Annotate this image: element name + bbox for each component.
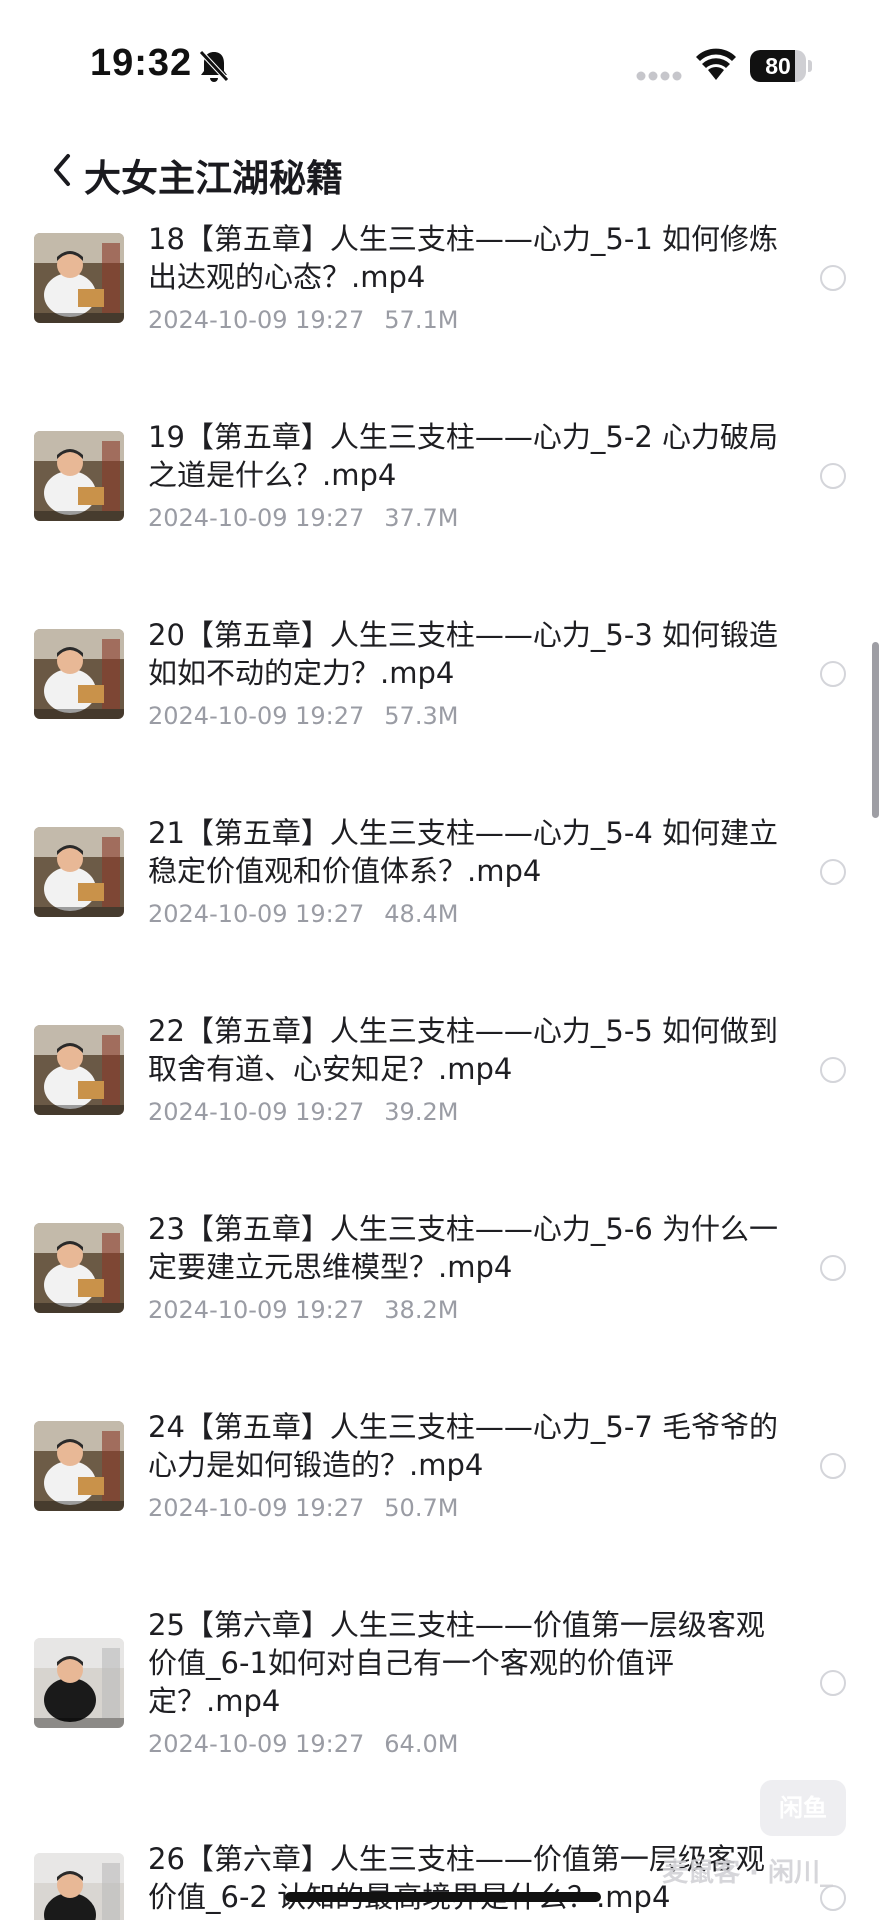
- video-thumbnail: [34, 233, 124, 323]
- file-size: 48.4M: [384, 900, 459, 928]
- video-thumbnail: [34, 827, 124, 917]
- wifi-icon: [696, 48, 736, 80]
- select-radio[interactable]: [820, 463, 846, 489]
- select-radio[interactable]: [820, 1670, 846, 1696]
- file-name: 23【第五章】人生三支柱——心力_5-6 为什么一定要建立元思维模型？.mp4: [148, 1212, 778, 1284]
- file-name: 24【第五章】人生三支柱——心力_5-7 毛爷爷的心力是如何锻造的？.mp4: [148, 1410, 778, 1482]
- watermark-text: 麦鼠客 · 闲川_: [662, 1858, 833, 1888]
- select-radio[interactable]: [820, 265, 846, 291]
- home-indicator[interactable]: [285, 1892, 601, 1902]
- file-date: 2024-10-09 19:27: [148, 504, 365, 532]
- video-thumbnail: [34, 1421, 124, 1511]
- file-meta: 2024-10-09 19:27 50.7M: [148, 1494, 458, 1522]
- status-bar: 19:32 80: [0, 0, 886, 130]
- video-thumbnail: [34, 1223, 124, 1313]
- battery-icon: 80: [750, 50, 812, 82]
- file-meta: 2024-10-09 19:27 48.4M: [148, 900, 458, 928]
- file-meta: 2024-10-09 19:27 57.3M: [148, 702, 458, 730]
- file-meta: 2024-10-09 19:27 57.1M: [148, 306, 458, 334]
- signal-dots-icon: [636, 71, 682, 81]
- select-radio[interactable]: [820, 1255, 846, 1281]
- select-radio[interactable]: [820, 1057, 846, 1083]
- bell-slash-icon: [199, 50, 229, 82]
- file-date: 2024-10-09 19:27: [148, 900, 365, 928]
- video-thumbnail: [34, 629, 124, 719]
- file-size: 57.1M: [384, 306, 459, 334]
- video-thumbnail: [34, 431, 124, 521]
- watermark-logo-text: 闲鱼: [779, 1794, 827, 1822]
- file-date: 2024-10-09 19:27: [148, 306, 365, 334]
- scrollbar-thumb[interactable]: [872, 642, 879, 818]
- file-name: 25【第六章】人生三支柱——价值第一层级客观价值_6-1如何对自己有一个客观的价…: [148, 1608, 765, 1718]
- file-size: 50.7M: [384, 1494, 459, 1522]
- file-size: 37.7M: [384, 504, 459, 532]
- nav-bar: 大女主江湖秘籍: [0, 130, 886, 220]
- file-meta: 2024-10-09 19:27 38.2M: [148, 1296, 458, 1324]
- file-date: 2024-10-09 19:27: [148, 1296, 365, 1324]
- file-name: 18【第五章】人生三支柱——心力_5-1 如何修炼出达观的心态？.mp4: [148, 222, 778, 294]
- file-meta: 2024-10-09 19:27 64.0M: [148, 1730, 458, 1758]
- status-time: 19:32: [90, 42, 193, 84]
- file-size: 38.2M: [384, 1296, 459, 1324]
- file-name: 22【第五章】人生三支柱——心力_5-5 如何做到取舍有道、心安知足？.mp4: [148, 1014, 778, 1086]
- select-radio[interactable]: [820, 859, 846, 885]
- file-list[interactable]: 18【第五章】人生三支柱——心力_5-1 如何修炼出达观的心态？.mp4 2024…: [0, 220, 886, 1920]
- file-date: 2024-10-09 19:27: [148, 1730, 365, 1758]
- file-date: 2024-10-09 19:27: [148, 1098, 365, 1126]
- select-radio[interactable]: [820, 661, 846, 687]
- watermark-logo: 闲鱼: [760, 1780, 846, 1836]
- battery-level: 80: [765, 53, 791, 79]
- file-size: 64.0M: [384, 1730, 459, 1758]
- page-title: 大女主江湖秘籍: [84, 157, 343, 200]
- video-thumbnail: [34, 1638, 124, 1728]
- select-radio[interactable]: [820, 1453, 846, 1479]
- file-size: 57.3M: [384, 702, 459, 730]
- file-name: 19【第五章】人生三支柱——心力_5-2 心力破局之道是什么？.mp4: [148, 420, 778, 492]
- file-name: 21【第五章】人生三支柱——心力_5-4 如何建立稳定价值观和价值体系？.mp4: [148, 816, 778, 888]
- file-name: 20【第五章】人生三支柱——心力_5-3 如何锻造如如不动的定力？.mp4: [148, 618, 778, 690]
- file-date: 2024-10-09 19:27: [148, 1494, 365, 1522]
- file-meta: 2024-10-09 19:27 39.2M: [148, 1098, 458, 1126]
- chevron-left-icon[interactable]: [44, 146, 84, 196]
- file-meta: 2024-10-09 19:27 37.7M: [148, 504, 458, 532]
- video-thumbnail: [34, 1853, 124, 1920]
- file-size: 39.2M: [384, 1098, 459, 1126]
- file-date: 2024-10-09 19:27: [148, 702, 365, 730]
- video-thumbnail: [34, 1025, 124, 1115]
